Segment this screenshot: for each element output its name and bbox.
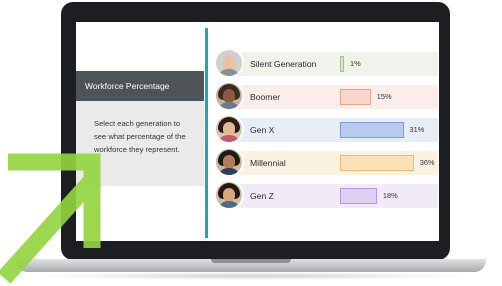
pointer-arrow-icon [0, 153, 101, 284]
